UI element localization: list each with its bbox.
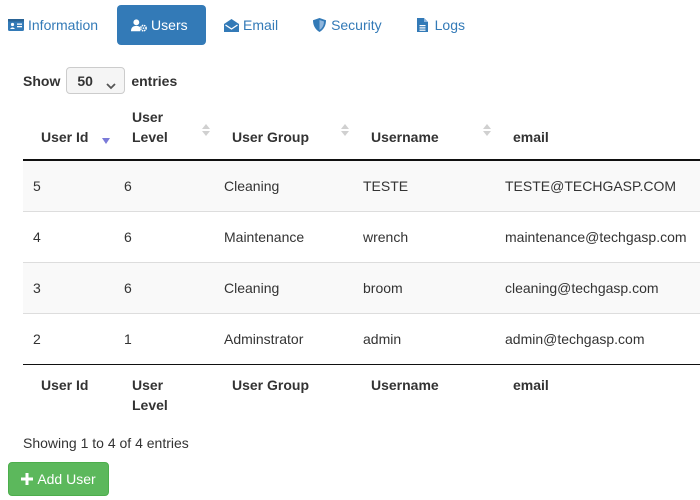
add-user-button[interactable]: Add User [8, 462, 109, 496]
show-label: Show [23, 72, 61, 89]
column-header-username[interactable]: Username [353, 106, 495, 161]
cell-username: admin [353, 312, 495, 365]
tab-label: Information [28, 17, 99, 33]
footer-user-level: User Level [132, 376, 168, 413]
cell-user-group: Adminstrator [214, 312, 353, 365]
cell-username: broom [353, 261, 495, 313]
length-control: Show 50 entries [23, 67, 177, 94]
chevron-down-icon [106, 77, 116, 89]
cell-email: maintenance@techgasp.com [495, 210, 700, 262]
cell-user-level: 6 [114, 210, 214, 262]
cell-user-level: 6 [114, 160, 214, 211]
nav-tabs: Information Users Email Security Logs [0, 5, 477, 45]
cell-user-level: 1 [114, 312, 214, 365]
footer-username: Username [371, 376, 439, 393]
selected-value: 50 [77, 72, 93, 89]
cell-user-id: 2 [23, 312, 114, 365]
cell-user-group: Maintenance [214, 210, 353, 262]
users-table: User Id User Level User Group Username e… [23, 106, 700, 420]
cell-user-id: 4 [23, 210, 114, 262]
table-row[interactable]: 2 1 Adminstrator admin admin@techgasp.co… [23, 312, 700, 365]
add-user-label: Add User [37, 471, 96, 487]
column-header-user-level[interactable]: User Level [114, 106, 214, 161]
table-row[interactable]: 4 6 Maintenance wrench maintenance@techg… [23, 210, 700, 262]
footer-user-id: User Id [41, 376, 89, 393]
entries-label: entries [131, 72, 178, 89]
cell-user-group: Cleaning [214, 160, 353, 211]
cell-email: cleaning@techgasp.com [495, 261, 700, 313]
tab-security[interactable]: Security [294, 5, 396, 45]
sort-both-icon [483, 122, 491, 136]
sort-both-icon [341, 122, 349, 136]
table-row[interactable]: 5 6 Cleaning TESTE TESTE@TECHGASP.COM [23, 160, 700, 211]
table-body: 5 6 Cleaning TESTE TESTE@TECHGASP.COM 4 … [23, 160, 700, 365]
file-text-icon [415, 18, 431, 32]
tab-label: Users [151, 17, 188, 33]
footer-user-group: User Group [232, 376, 310, 393]
cell-username: TESTE [353, 160, 495, 211]
table-footer: User Id User Level User Group Username e… [23, 364, 700, 420]
users-cog-icon [131, 18, 147, 32]
footer-email: email [513, 376, 549, 393]
cell-user-level: 6 [114, 261, 214, 313]
tab-email[interactable]: Email [208, 5, 292, 45]
entries-per-page-select[interactable]: 50 [66, 67, 126, 94]
sort-desc-icon [102, 130, 110, 144]
shield-icon [311, 18, 327, 32]
column-header-user-id[interactable]: User Id [23, 106, 114, 161]
cell-user-id: 3 [23, 261, 114, 313]
id-card-icon [8, 18, 24, 32]
tab-label: Security [331, 17, 382, 33]
cell-user-group: Cleaning [214, 261, 353, 313]
tab-label: Email [243, 17, 279, 33]
column-header-email[interactable]: email [495, 106, 700, 161]
cell-email: TESTE@TECHGASP.COM [495, 160, 700, 211]
table-row[interactable]: 3 6 Cleaning broom cleaning@techgasp.com [23, 261, 700, 313]
table-header: User Id User Level User Group Username e… [23, 106, 700, 161]
cell-user-id: 5 [23, 160, 114, 211]
cell-email: admin@techgasp.com [495, 312, 700, 365]
column-header-user-group[interactable]: User Group [214, 106, 353, 161]
tab-users[interactable]: Users [117, 5, 207, 45]
tab-logs[interactable]: Logs [398, 5, 475, 45]
cell-username: wrench [353, 210, 495, 262]
plus-icon [21, 473, 34, 485]
table-info: Showing 1 to 4 of 4 entries [23, 435, 189, 451]
envelope-open-icon [223, 18, 239, 32]
sort-both-icon [202, 122, 210, 136]
tab-label: Logs [434, 17, 465, 33]
tab-information[interactable]: Information [0, 5, 112, 45]
